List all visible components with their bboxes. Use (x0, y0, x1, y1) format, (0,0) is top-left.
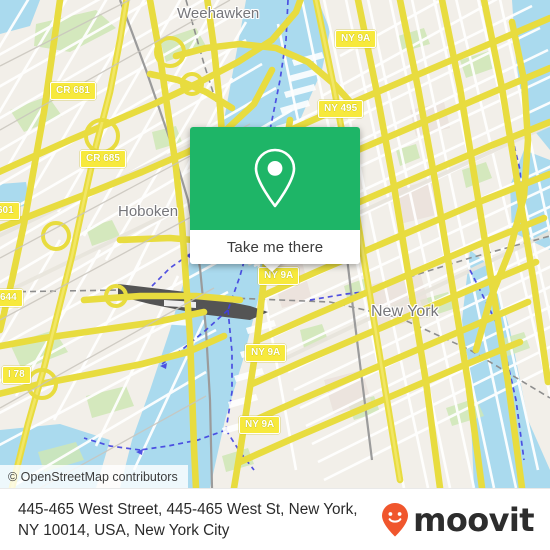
osm-attribution-text: © OpenStreetMap contributors (8, 469, 178, 484)
osm-attribution[interactable]: © OpenStreetMap contributors (0, 465, 188, 488)
footer-bar: 445-465 West Street, 445-465 West St, Ne… (0, 488, 550, 550)
moovit-smiley-pin-icon (382, 502, 409, 537)
map-pin-outline-icon (254, 148, 296, 207)
take-me-there-label: Take me there (226, 238, 324, 256)
address-line-1: 445-465 West Street, 445-465 West St, Ne… (18, 500, 358, 518)
address-line-2: NY 10014, USA, New York City (18, 521, 230, 539)
moovit-brand[interactable]: moovit (380, 502, 536, 538)
location-info-card[interactable]: Take me there (190, 127, 360, 264)
map-screenshot: Weehawken Hoboken New York NY 9A CR 681 … (0, 0, 550, 550)
moovit-wordmark: moovit (413, 500, 534, 539)
address-text: 445-465 West Street, 445-465 West St, Ne… (18, 499, 358, 541)
info-card-header (190, 127, 360, 230)
map-canvas[interactable]: Weehawken Hoboken New York NY 9A CR 681 … (0, 0, 550, 488)
info-card-action[interactable]: Take me there (190, 230, 360, 264)
